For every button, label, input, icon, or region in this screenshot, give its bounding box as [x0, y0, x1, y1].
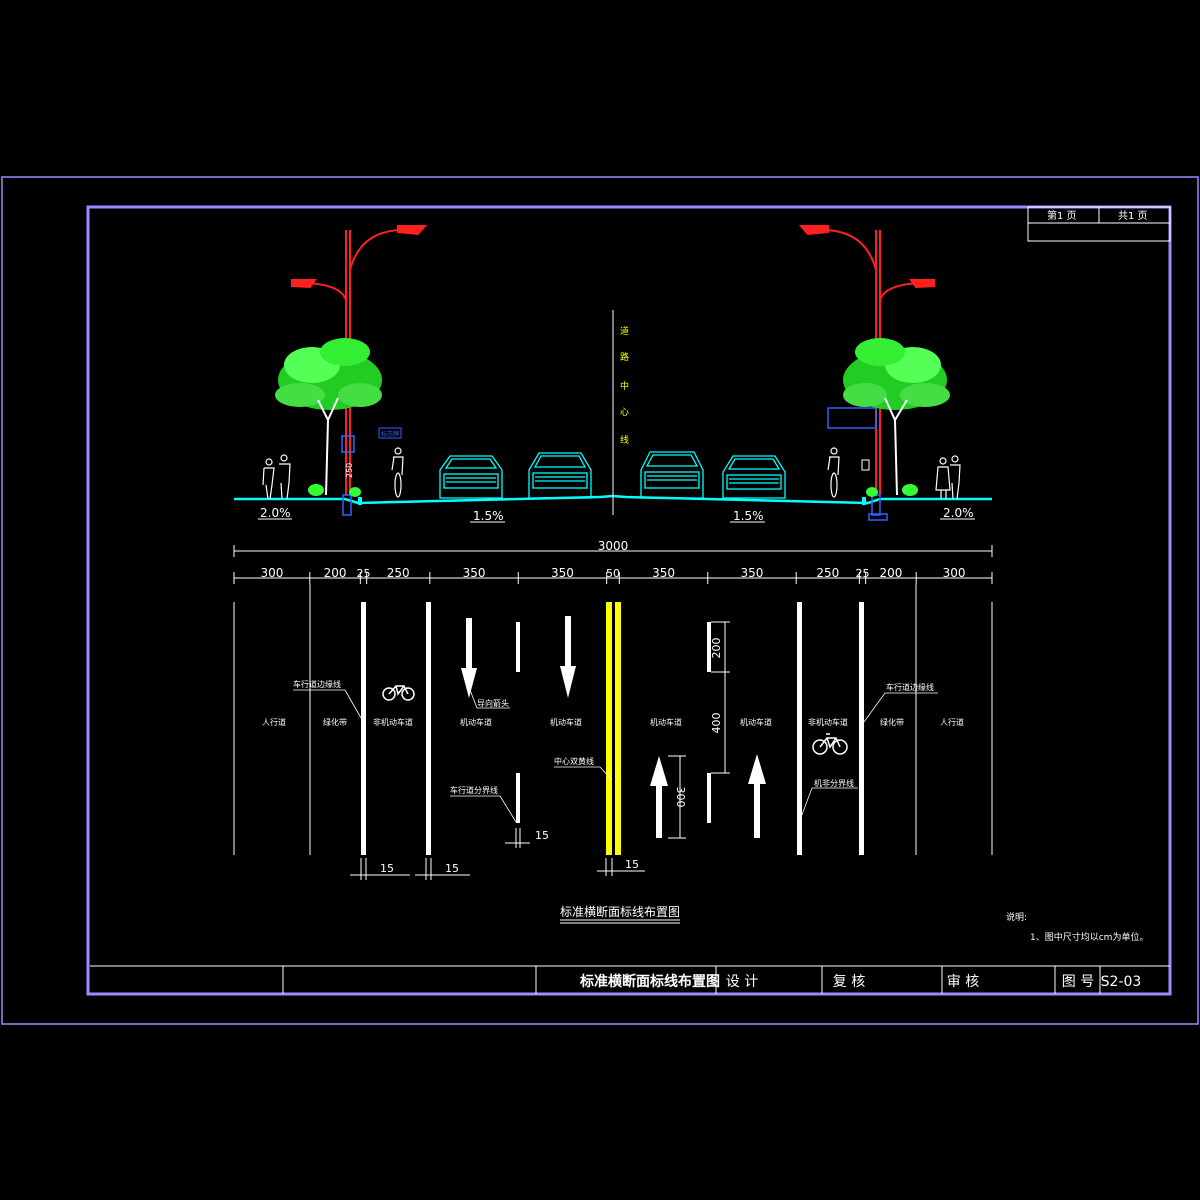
up-arrow-icon-2 [748, 754, 766, 838]
dim-segment-1: 200 [324, 566, 347, 580]
dim-segment-8: 350 [741, 566, 764, 580]
label-green-left: 绿化带 [323, 717, 347, 727]
lane-divider-dash-1 [516, 622, 520, 672]
up-arrow-icon [650, 756, 668, 838]
dim-arrow-len: 300 [674, 787, 687, 808]
label-motor-1: 机动车道 [460, 717, 492, 727]
lane-markings [361, 602, 864, 855]
dim-total: 3000 [598, 539, 629, 553]
label-motor-2: 机动车道 [550, 717, 582, 727]
svg-text:中: 中 [620, 380, 629, 392]
small-sign-right-icon [861, 459, 870, 471]
titleblock-figno: S2-03 [1101, 974, 1142, 990]
lane-labels: 人行道 绿化带 非机动车道 机动车道 机动车道 机动车道 机动车道 非机动车道 … [262, 717, 964, 727]
pedestrians-left-icon [262, 454, 291, 500]
edge-line-left [361, 602, 366, 855]
dim-segment-11: 200 [879, 566, 902, 580]
dim-segment-0: 300 [260, 566, 283, 580]
svg-text:路: 路 [620, 351, 629, 363]
label-green-right: 绿化带 [880, 717, 904, 727]
slope-left-road: 1.5% [473, 509, 504, 523]
down-arrow-icon [461, 618, 477, 698]
car-2-icon [528, 452, 592, 499]
dim-width-mnm: 15 [445, 862, 459, 875]
car-3-icon [640, 451, 704, 499]
label-nonmotor-right: 非机动车道 [808, 717, 848, 727]
lane-divider-dash-4 [707, 773, 711, 823]
dim-segment-7: 350 [652, 566, 675, 580]
slope-right-road: 1.5% [733, 509, 764, 523]
dim-width-divider: 15 [535, 829, 549, 842]
svg-text:心: 心 [620, 407, 629, 418]
dim-segment-3: 250 [387, 566, 410, 580]
dim-width-center: 15 [625, 858, 639, 871]
dim-segment-9: 250 [816, 566, 839, 580]
dim-segment-12: 300 [943, 566, 966, 580]
slope-right-walk: 2.0% [943, 506, 974, 520]
titleblock-review: 审 核 [947, 974, 979, 990]
edge-line-right [859, 602, 864, 855]
center-double-yellow-line [606, 602, 621, 855]
cyclist-left-icon [391, 447, 404, 498]
sign-board-right [827, 407, 877, 429]
drawing-title: 标准横断面标线布置图 [560, 904, 680, 919]
dim-dash-len: 200 [710, 638, 723, 659]
dim-segment-10: 25 [856, 567, 870, 580]
bicycle-icon-left [382, 685, 415, 701]
motor-nonmotor-line-left [426, 602, 431, 855]
page-number: 第1 页 [1047, 209, 1077, 222]
cross-section: 道 路 中 心 线 2.0% 1.5% 1.5% 2.0% 250 标志牌 [234, 225, 992, 523]
dim-gap-len: 400 [710, 713, 723, 734]
outer-frame [1, 176, 1199, 1025]
dim-segment-5: 350 [551, 566, 574, 580]
titleblock-name: 标准横断面标线布置图 [579, 973, 720, 990]
section-boundary-lines [233, 584, 993, 855]
car-4-icon [722, 455, 786, 499]
callout-lane-divider: 车行道分界线 [450, 785, 498, 795]
dim-segment-6: 50 [606, 567, 620, 580]
notes-item-1: 1、图中尺寸均以cm为单位。 [1030, 931, 1148, 943]
inner-frame [86, 205, 1172, 996]
titleblock-check: 复 核 [833, 973, 865, 990]
pole-dim-label: 250 [345, 463, 354, 478]
down-arrow-icon-2 [560, 616, 576, 698]
centerline-label: 道 路 中 心 线 [620, 325, 629, 446]
svg-text:道: 道 [620, 325, 629, 337]
cyclist-right-icon [827, 447, 840, 498]
page-box: 第1 页 共1 页 [1027, 206, 1171, 242]
dim-segment-labels: 300 200 25 250 350 350 50 350 350 250 25 200 300 [260, 566, 965, 580]
svg-text:线: 线 [620, 434, 629, 446]
label-motor-3: 机动车道 [650, 717, 682, 727]
callout-guide-arrow: 导向箭头 [477, 698, 509, 708]
label-sidewalk-left: 人行道 [262, 717, 286, 727]
titleblock-design: 设 计 [726, 974, 758, 990]
dim-segment-4: 350 [463, 566, 486, 580]
callout-edge-line-right: 车行道边缘线 [886, 682, 934, 692]
callout-edge-line-left: 车行道边缘线 [293, 679, 341, 689]
pedestrians-right-icon [935, 455, 961, 500]
drawing-canvas: 第1 页 共1 页 道 路 中 心 线 2.0% 1.5% 1.5% 2.0% [1, 176, 1199, 1025]
lane-divider-dash-2 [516, 773, 520, 823]
car-1-icon [439, 455, 503, 499]
notes-title: 说明: [1006, 911, 1027, 923]
slope-left-walk: 2.0% [260, 506, 291, 520]
tree-right-icon [843, 338, 950, 497]
callout-motor-nonmotor: 机非分界线 [814, 778, 854, 788]
label-motor-4: 机动车道 [740, 717, 772, 727]
tree-left-icon [275, 338, 382, 497]
page-total: 共1 页 [1118, 210, 1148, 222]
dim-segment-2: 25 [356, 567, 370, 580]
sign-plate-text: 标志牌 [381, 430, 399, 438]
label-nonmotor-left: 非机动车道 [373, 717, 413, 727]
titleblock-figno-label: 图 号 [1062, 974, 1094, 990]
callout-center-yellow: 中心双黄线 [554, 756, 594, 766]
bicycle-icon-right [812, 733, 848, 755]
label-sidewalk-right: 人行道 [940, 717, 964, 727]
dim-width-edge: 15 [380, 862, 394, 875]
